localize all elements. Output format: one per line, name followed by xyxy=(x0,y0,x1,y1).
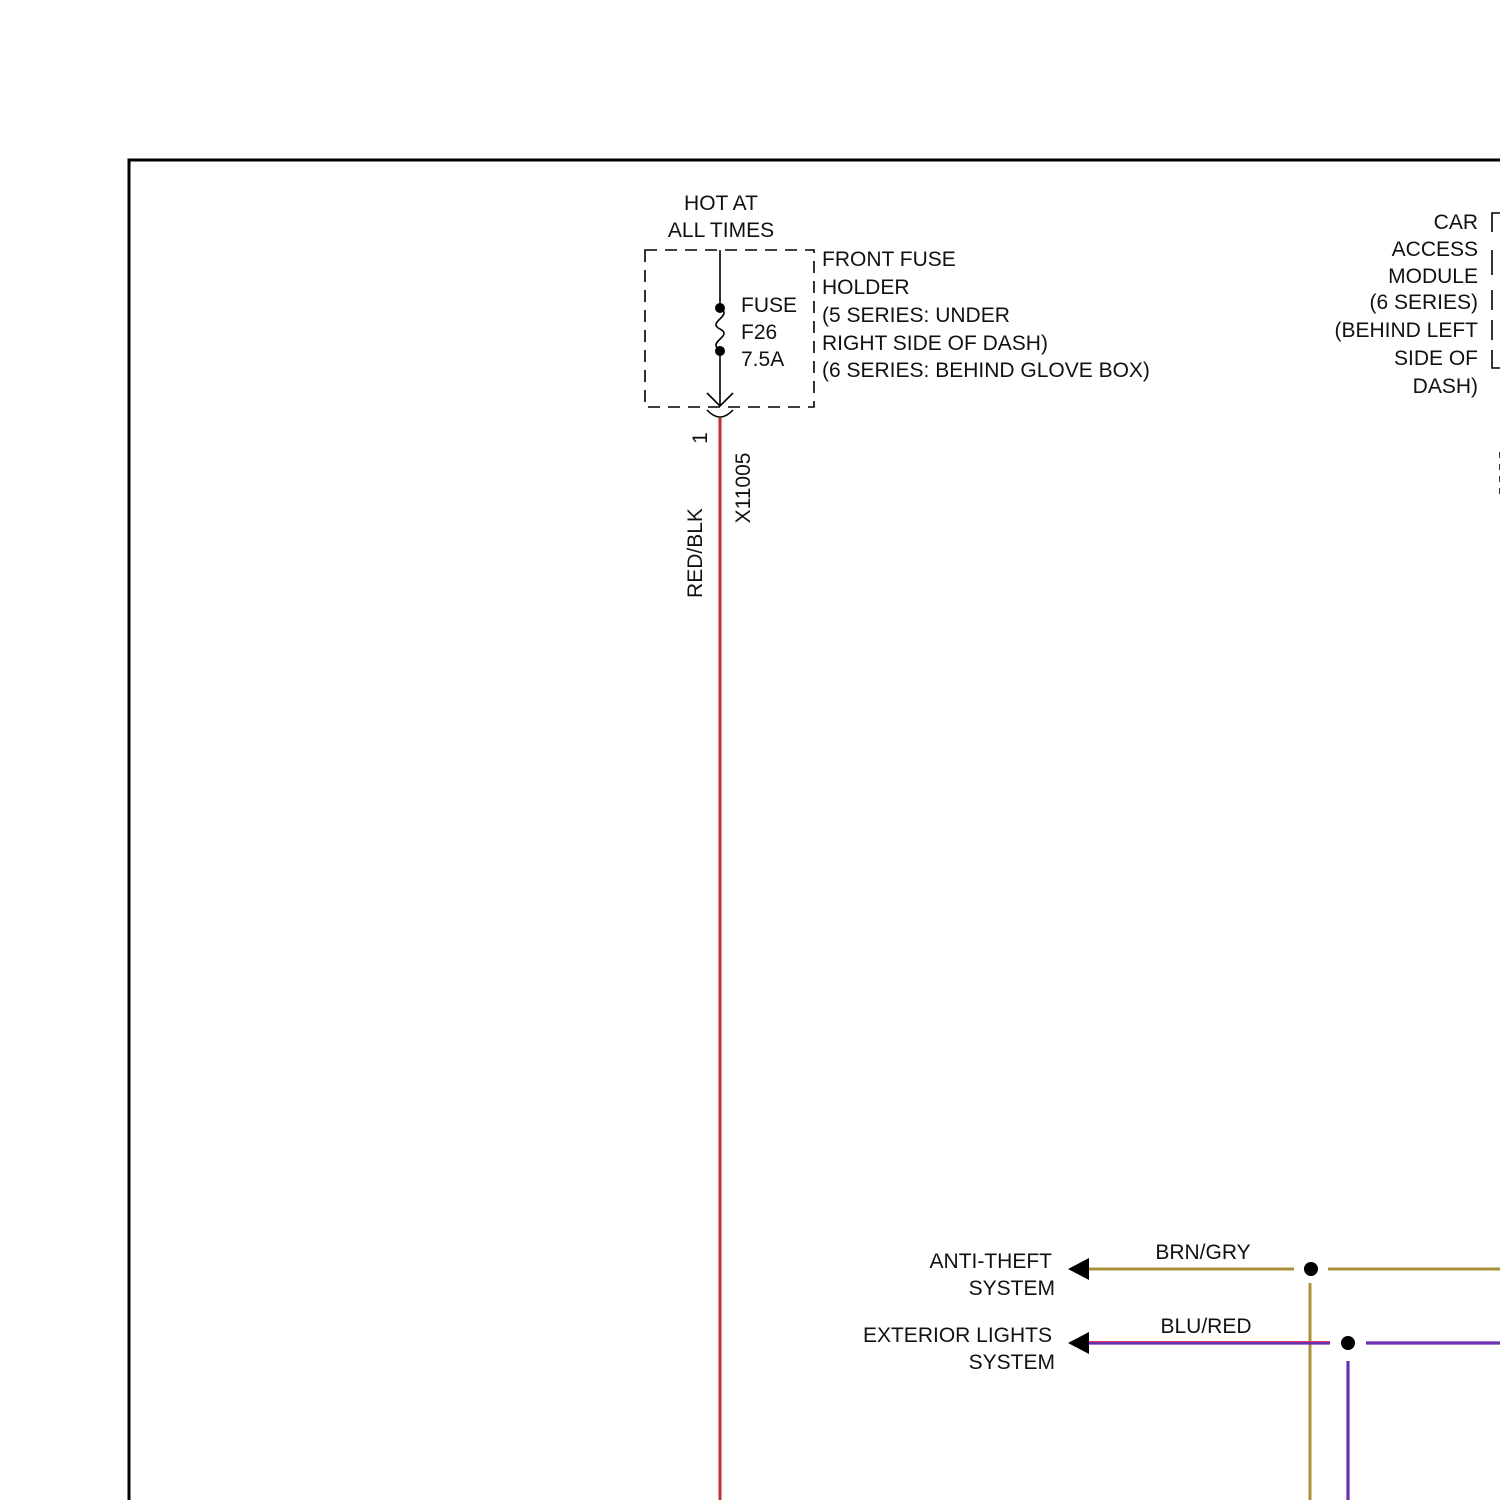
wire-label-blu-red: BLU/RED xyxy=(1160,1315,1251,1338)
holder-line2: HOLDER xyxy=(822,276,910,299)
wiring-diagram: HOT AT ALL TIMES FUSE F26 7.5A FRONT FUS… xyxy=(127,158,1500,1500)
cam-bracket-bottom xyxy=(1491,350,1500,369)
fuse-label-line3: 7.5A xyxy=(741,348,784,371)
splice-exterior xyxy=(1341,1336,1355,1350)
dest-anti-theft-line1: ANTI-THEFT xyxy=(930,1250,1053,1273)
holder-line4: RIGHT SIDE OF DASH) xyxy=(822,332,1048,355)
cam-bracket-top xyxy=(1491,212,1500,232)
fuse-element-icon xyxy=(715,307,725,351)
connector-id: X11005 xyxy=(732,453,755,524)
cam-line7: DASH) xyxy=(1413,375,1478,398)
cam-line1: CAR xyxy=(1434,211,1478,234)
dest-exterior-line1: EXTERIOR LIGHTS xyxy=(863,1324,1052,1347)
connector-socket-icon xyxy=(706,409,734,418)
cam-line4: (6 SERIES) xyxy=(1369,291,1478,314)
holder-line5: (6 SERIES: BEHIND GLOVE BOX) xyxy=(822,359,1150,382)
arrow-anti-theft-icon xyxy=(1068,1258,1089,1280)
fuse-holder-box xyxy=(644,249,815,408)
arrow-exterior-icon xyxy=(1068,1332,1089,1354)
cam-line2: ACCESS xyxy=(1392,238,1478,261)
fuse-label-line1: FUSE xyxy=(741,294,797,317)
cam-line6: SIDE OF xyxy=(1394,347,1478,370)
splice-anti-theft xyxy=(1304,1262,1318,1276)
dest-anti-theft-line2: SYSTEM xyxy=(969,1277,1055,1300)
wire-label-red-blk: RED/BLK xyxy=(684,508,707,598)
pin-number: 1 xyxy=(689,432,712,444)
holder-line1: FRONT FUSE xyxy=(822,248,956,271)
fuse-label-line2: F26 xyxy=(741,321,777,344)
wire-label-brn-gry: BRN/GRY xyxy=(1155,1241,1250,1264)
holder-line3: (5 SERIES: UNDER xyxy=(822,304,1010,327)
hot-label-line2: ALL TIMES xyxy=(668,219,774,242)
cam-line5: (BEHIND LEFT xyxy=(1334,319,1478,342)
hot-label-line1: HOT AT xyxy=(684,192,758,215)
dest-exterior-line2: SYSTEM xyxy=(969,1351,1055,1374)
cam-line3: MODULE xyxy=(1388,265,1478,288)
